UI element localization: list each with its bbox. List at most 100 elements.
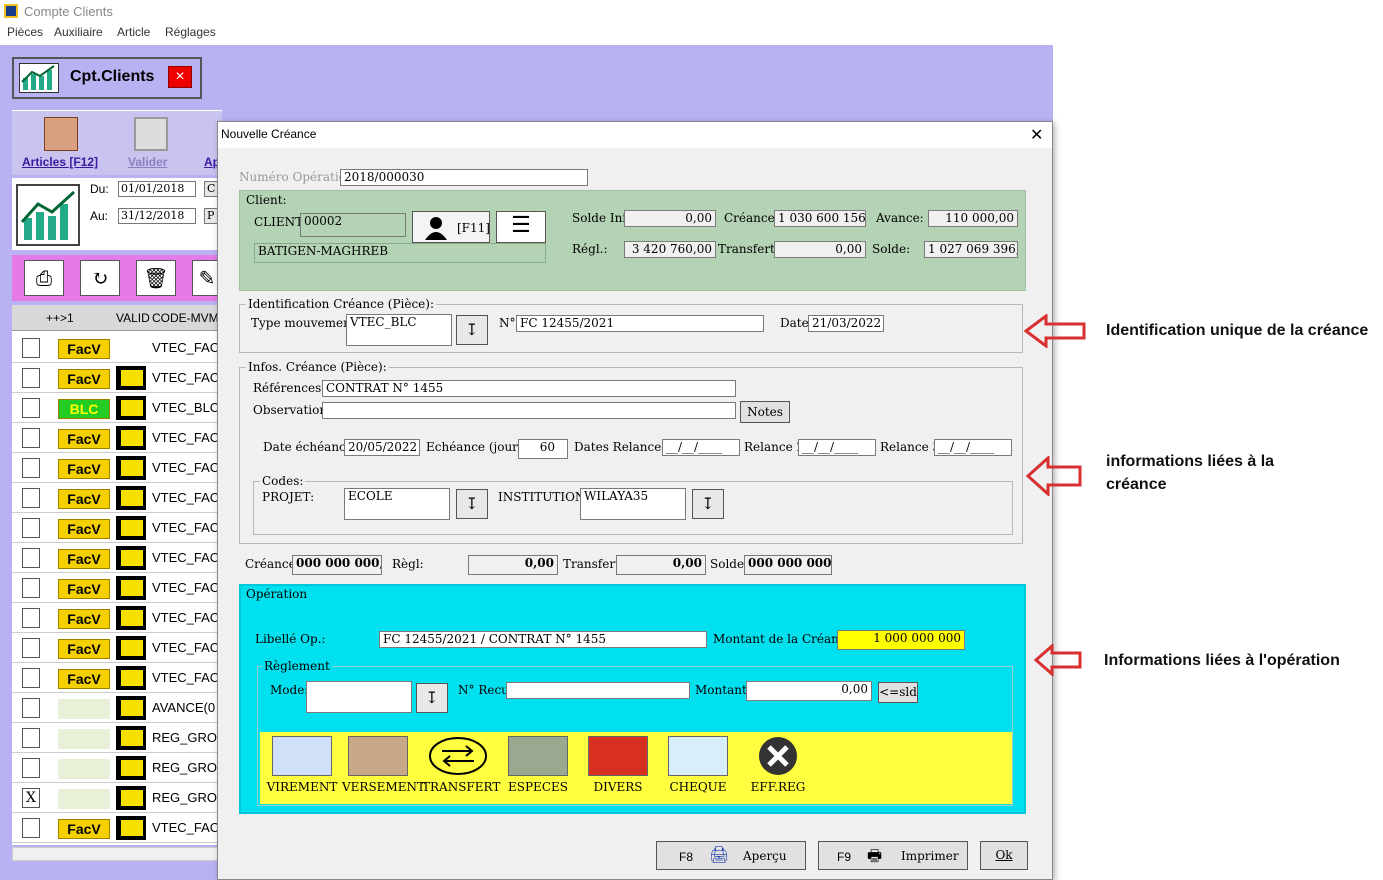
institution-field[interactable]: WILAYA35: [580, 488, 686, 520]
table-row[interactable]: REG_GRO: [12, 723, 222, 753]
valid-check-icon[interactable]: [116, 756, 146, 780]
apercu-button[interactable]: F8 🖨 Aperçu: [656, 841, 806, 870]
menu-reglages[interactable]: Réglages: [165, 25, 216, 39]
projet-field[interactable]: ECOLE: [344, 488, 450, 520]
row-checkbox[interactable]: X: [22, 788, 40, 808]
row-checkbox[interactable]: [22, 428, 40, 448]
close-icon[interactable]: ×: [168, 66, 192, 88]
menu-pieces[interactable]: Pièces: [7, 25, 43, 39]
valid-check-icon[interactable]: [116, 486, 146, 510]
table-row[interactable]: FacV VTEC_FAC: [12, 453, 222, 483]
valid-check-icon[interactable]: [116, 426, 146, 450]
mode-versement[interactable]: VERSEMENT: [342, 736, 425, 794]
recu-field[interactable]: [506, 682, 690, 699]
header-valid[interactable]: VALID: [116, 311, 150, 325]
valid-check-icon[interactable]: [116, 696, 146, 720]
table-row[interactable]: FacV VTEC_FAC: [12, 573, 222, 603]
valider-icon[interactable]: [134, 117, 168, 151]
menu-icon[interactable]: ☰: [496, 211, 546, 243]
imprimer-button[interactable]: F9 🖶 Imprimer: [818, 841, 968, 870]
mode-effreg[interactable]: EFF.REG: [742, 736, 814, 794]
row-checkbox[interactable]: [22, 608, 40, 628]
references-field[interactable]: CONTRAT N° 1455: [322, 380, 736, 397]
header-select[interactable]: ++>1: [46, 311, 74, 325]
projet-dropdown-icon[interactable]: ↧: [456, 489, 488, 519]
au-input[interactable]: 31/12/2018: [118, 208, 196, 224]
valid-check-icon[interactable]: [116, 816, 146, 840]
montant-field[interactable]: 0,00: [746, 681, 872, 701]
trash-icon[interactable]: 🗑: [136, 260, 176, 296]
articles-button[interactable]: Articles [F12]: [22, 155, 98, 169]
relance3-field[interactable]: __/__/____: [934, 439, 1012, 456]
valid-check-icon[interactable]: [116, 726, 146, 750]
num-op-field[interactable]: 2018/000030: [340, 169, 588, 186]
valid-check-icon[interactable]: [116, 576, 146, 600]
mode-divers[interactable]: DIVERS: [582, 736, 654, 794]
row-checkbox[interactable]: [22, 698, 40, 718]
row-checkbox[interactable]: [22, 518, 40, 538]
relance1-field[interactable]: __/__/____: [662, 439, 740, 456]
header-code[interactable]: CODE-MVM: [152, 311, 219, 325]
table-row[interactable]: FacV VTEC_FAC: [12, 333, 222, 363]
mode-dropdown-icon[interactable]: ↧: [416, 683, 448, 713]
table-row[interactable]: REG_GRO: [12, 753, 222, 783]
table-row[interactable]: FacV VTEC_FAC: [12, 363, 222, 393]
table-row[interactable]: AVANCE(0: [12, 693, 222, 723]
relance2-field[interactable]: __/__/____: [798, 439, 876, 456]
table-row[interactable]: FacV VTEC_FAC: [12, 603, 222, 633]
horizontal-scrollbar[interactable]: [12, 847, 222, 861]
ok-button[interactable]: Ok: [980, 841, 1028, 870]
libelle-field[interactable]: FC 12455/2021 / CONTRAT N° 1455: [379, 631, 707, 648]
row-checkbox[interactable]: [22, 338, 40, 358]
row-checkbox[interactable]: [22, 368, 40, 388]
row-checkbox[interactable]: [22, 818, 40, 838]
row-checkbox[interactable]: [22, 758, 40, 778]
mode-cheque[interactable]: CHEQUE: [662, 736, 734, 794]
row-checkbox[interactable]: [22, 728, 40, 748]
type-mvt-field[interactable]: VTEC_BLC: [346, 314, 452, 346]
row-checkbox[interactable]: [22, 488, 40, 508]
du-input[interactable]: 01/01/2018: [118, 181, 196, 197]
type-mvt-dropdown-icon[interactable]: ↧: [456, 315, 488, 345]
date-field[interactable]: 21/03/2022: [808, 315, 884, 332]
row-checkbox[interactable]: [22, 398, 40, 418]
valider-button[interactable]: Valider: [128, 155, 167, 169]
valid-check-icon[interactable]: [116, 456, 146, 480]
row-checkbox[interactable]: [22, 638, 40, 658]
excel-icon[interactable]: ⎙: [24, 260, 64, 296]
table-row[interactable]: BLC VTEC_BLC: [12, 393, 222, 423]
close-icon[interactable]: ✕: [1030, 125, 1043, 145]
menu-article[interactable]: Article: [117, 25, 150, 39]
valid-check-icon[interactable]: [116, 366, 146, 390]
chart-icon[interactable]: [16, 184, 80, 246]
row-checkbox[interactable]: [22, 458, 40, 478]
numero-field[interactable]: FC 12455/2021: [516, 315, 764, 332]
mode-virement[interactable]: VIREMENT: [266, 736, 338, 794]
valid-check-icon[interactable]: [116, 396, 146, 420]
institution-dropdown-icon[interactable]: ↧: [692, 489, 724, 519]
montant-creance-field[interactable]: 1 000 000 000: [837, 630, 965, 650]
table-row[interactable]: X REG_GRO: [12, 783, 222, 813]
valid-check-icon[interactable]: [116, 546, 146, 570]
sld-button[interactable]: <=sld: [878, 682, 918, 703]
table-row[interactable]: FacV VTEC_FAC: [12, 633, 222, 663]
echeance-field[interactable]: 20/05/2022: [344, 439, 420, 456]
table-row[interactable]: FacV VTEC_FAC: [12, 483, 222, 513]
table-row[interactable]: FacV VTEC_FAC: [12, 543, 222, 573]
valid-check-icon[interactable]: [116, 606, 146, 630]
table-row[interactable]: FacV VTEC_FAC: [12, 423, 222, 453]
table-row[interactable]: FacV VTEC_FAC: [12, 513, 222, 543]
client-search-button[interactable]: [F11]: [412, 211, 490, 243]
mode-transfert[interactable]: TRANSFERT: [422, 736, 500, 794]
row-checkbox[interactable]: [22, 668, 40, 688]
row-checkbox[interactable]: [22, 578, 40, 598]
valid-check-icon[interactable]: [116, 636, 146, 660]
refresh-icon[interactable]: ↻: [80, 260, 120, 296]
table-row[interactable]: FacV VTEC_FAC: [12, 663, 222, 693]
observation-field[interactable]: [322, 402, 736, 419]
valid-check-icon[interactable]: [116, 786, 146, 810]
menu-auxiliaire[interactable]: Auxiliaire: [54, 25, 103, 39]
table-row[interactable]: FacV VTEC_FAC: [12, 813, 222, 843]
mode-especes[interactable]: ESPECES: [502, 736, 574, 794]
notes-button[interactable]: Notes: [740, 401, 790, 423]
